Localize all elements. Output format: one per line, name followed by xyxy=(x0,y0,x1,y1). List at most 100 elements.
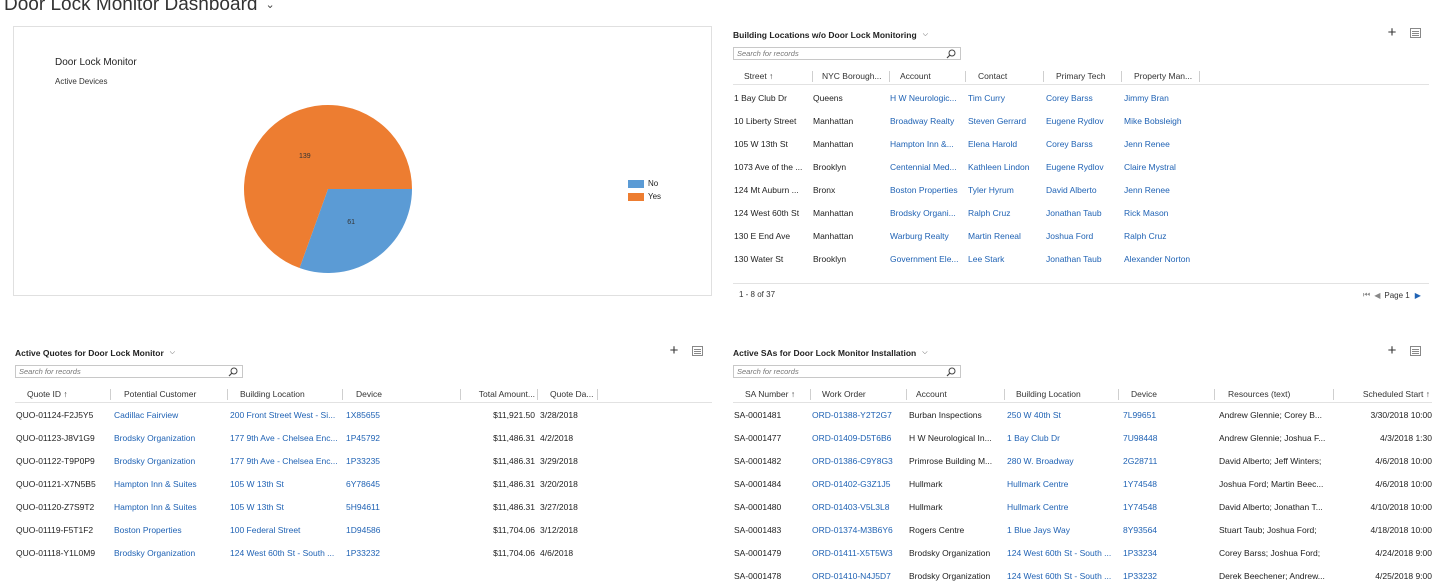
add-record-icon[interactable]: + xyxy=(666,343,682,359)
table-cell[interactable]: Cadillac Fairview xyxy=(114,404,227,427)
table-row[interactable]: 130 E End Ave Manhattan Warburg Realty Mart… xyxy=(733,225,1429,248)
legend-item-no[interactable]: No xyxy=(628,177,661,190)
table-cell[interactable]: Hullmark Centre xyxy=(1007,473,1119,496)
grid-view-icon[interactable] xyxy=(1410,346,1421,356)
table-row[interactable]: SA-0001480 ORD-01403-V5L3L8 Hullmark Hullma… xyxy=(733,496,1432,519)
table-cell[interactable]: Kathleen Lindon xyxy=(968,156,1045,179)
table-row[interactable]: SA-0001484 ORD-01402-G3Z1J5 Hullmark Hullma… xyxy=(733,473,1432,496)
table-row[interactable]: SA-0001483 ORD-01374-M3B6Y6 Rogers Centre 1… xyxy=(733,519,1432,542)
column-header[interactable]: Device xyxy=(1131,385,1211,403)
table-row[interactable]: 124 West 60th St Manhattan Brodsky Organi.… xyxy=(733,202,1429,225)
table-cell[interactable]: 124 West 60th St - South ... xyxy=(1007,565,1119,582)
column-header[interactable]: Quote ID ↑ xyxy=(27,385,107,403)
table-cell[interactable]: Warburg Realty xyxy=(890,225,967,248)
add-record-icon[interactable]: + xyxy=(1384,25,1400,41)
column-header[interactable]: Building Location xyxy=(240,385,344,403)
table-cell[interactable]: Steven Gerrard xyxy=(968,110,1045,133)
table-cell[interactable]: Centennial Med... xyxy=(890,156,967,179)
search-input[interactable] xyxy=(737,367,960,376)
table-cell[interactable]: Tyler Hyrum xyxy=(968,179,1045,202)
table-cell[interactable]: 8Y93564 xyxy=(1123,519,1215,542)
column-resize-handle[interactable] xyxy=(1199,71,1200,82)
table-cell[interactable]: Martin Reneal xyxy=(968,225,1045,248)
table-row[interactable]: QUO-01121-X7N5B5 Hampton Inn & Suites 105 … xyxy=(15,473,712,496)
table-cell[interactable]: 124 West 60th St - South ... xyxy=(230,542,342,565)
table-cell[interactable]: 1X85655 xyxy=(346,404,458,427)
next-page-icon[interactable]: ▶ xyxy=(1415,291,1421,300)
chevron-down-icon[interactable]: ⌵ xyxy=(170,349,175,357)
table-cell[interactable]: 100 Federal Street xyxy=(230,519,342,542)
table-cell[interactable]: Claire Mystral xyxy=(1124,156,1214,179)
table-cell[interactable]: Mike Bobsleigh xyxy=(1124,110,1214,133)
search-icon[interactable] xyxy=(228,367,238,377)
table-cell[interactable]: Boston Properties xyxy=(890,179,967,202)
table-cell[interactable]: 124 West 60th St - South ... xyxy=(1007,542,1119,565)
column-resize-handle[interactable] xyxy=(227,389,228,400)
column-header[interactable]: Work Order xyxy=(822,385,902,403)
table-cell[interactable]: Brodsky Organization xyxy=(114,450,227,473)
search-icon[interactable] xyxy=(946,367,956,377)
table-cell[interactable]: Hampton Inn & Suites xyxy=(114,473,227,496)
table-row[interactable]: SA-0001481 ORD-01388-Y2T2G7 Burban Inspect… xyxy=(733,404,1432,427)
column-resize-handle[interactable] xyxy=(1118,389,1119,400)
column-header[interactable]: Property Man... xyxy=(1134,67,1200,85)
column-resize-handle[interactable] xyxy=(1333,389,1334,400)
table-cell[interactable]: 177 9th Ave - Chelsea Enc... xyxy=(230,427,342,450)
chevron-down-icon[interactable]: ⌄ xyxy=(265,0,274,11)
table-cell[interactable]: ORD-01409-D5T6B6 xyxy=(812,427,906,450)
table-row[interactable]: 1073 Ave of the ... Brooklyn Centennial Me… xyxy=(733,156,1429,179)
table-cell[interactable]: 280 W. Broadway xyxy=(1007,450,1119,473)
column-header[interactable]: Device xyxy=(356,385,460,403)
search-input[interactable] xyxy=(737,49,960,58)
table-cell[interactable]: Alexander Norton xyxy=(1124,248,1214,271)
table-row[interactable]: 105 W 13th St Manhattan Hampton Inn &... El… xyxy=(733,133,1429,156)
table-cell[interactable]: 5H94611 xyxy=(346,496,458,519)
table-cell[interactable]: 1P33232 xyxy=(1123,565,1215,582)
table-cell[interactable]: 7L99651 xyxy=(1123,404,1215,427)
quotes-panel-header[interactable]: Active Quotes for Door Lock Monitor ⌵ xyxy=(15,346,175,360)
table-cell[interactable]: Brodsky Organization xyxy=(114,427,227,450)
table-row[interactable]: 124 Mt Auburn ... Bronx Boston Properties T… xyxy=(733,179,1429,202)
table-cell[interactable]: Broadway Realty xyxy=(890,110,967,133)
add-record-icon[interactable]: + xyxy=(1384,343,1400,359)
table-cell[interactable]: 1P33235 xyxy=(346,450,458,473)
search-input[interactable] xyxy=(19,367,242,376)
chevron-down-icon[interactable]: ⌵ xyxy=(923,31,928,39)
table-cell[interactable]: 105 W 13th St xyxy=(230,496,342,519)
column-header[interactable]: Contact xyxy=(978,67,1044,85)
table-cell[interactable]: Ralph Cruz xyxy=(968,202,1045,225)
table-cell[interactable]: ORD-01403-V5L3L8 xyxy=(812,496,906,519)
column-header[interactable]: Resources (text) xyxy=(1228,385,1328,403)
table-cell[interactable]: 177 9th Ave - Chelsea Enc... xyxy=(230,450,342,473)
table-row[interactable]: QUO-01124-F2J5Y5 Cadillac Fairview 200 Fro… xyxy=(15,404,712,427)
table-cell[interactable]: Government Ele... xyxy=(890,248,967,271)
sas-search[interactable] xyxy=(733,365,961,378)
table-cell[interactable]: Hampton Inn & Suites xyxy=(114,496,227,519)
table-cell[interactable]: Brodsky Organization xyxy=(114,542,227,565)
table-row[interactable]: SA-0001479 ORD-01411-X5T5W3 Brodsky Organi… xyxy=(733,542,1432,565)
legend-item-yes[interactable]: Yes xyxy=(628,190,661,203)
column-header[interactable]: Quote Da... xyxy=(550,385,600,403)
table-cell[interactable]: Eugene Rydlov xyxy=(1046,110,1123,133)
table-row[interactable]: QUO-01118-Y1L0M9 Brodsky Organization 124 … xyxy=(15,542,712,565)
column-resize-handle[interactable] xyxy=(812,71,813,82)
column-resize-handle[interactable] xyxy=(1043,71,1044,82)
column-resize-handle[interactable] xyxy=(906,389,907,400)
quotes-search[interactable] xyxy=(15,365,243,378)
table-cell[interactable]: Jonathan Taub xyxy=(1046,202,1123,225)
table-cell[interactable]: 6Y78645 xyxy=(346,473,458,496)
table-cell[interactable]: Jonathan Taub xyxy=(1046,248,1123,271)
column-resize-handle[interactable] xyxy=(1214,389,1215,400)
table-cell[interactable]: Lee Stark xyxy=(968,248,1045,271)
table-cell[interactable]: 1P33234 xyxy=(1123,542,1215,565)
table-cell[interactable]: Tim Curry xyxy=(968,87,1045,110)
column-header[interactable]: Building Location xyxy=(1016,385,1116,403)
column-header[interactable]: Potential Customer xyxy=(124,385,228,403)
table-cell[interactable]: 1Y74548 xyxy=(1123,496,1215,519)
table-cell[interactable]: Hampton Inn &... xyxy=(890,133,967,156)
previous-page-icon[interactable]: ◀ xyxy=(1374,291,1380,300)
first-page-icon[interactable]: ⏮ xyxy=(1363,290,1370,300)
grid-view-icon[interactable] xyxy=(692,346,703,356)
column-resize-handle[interactable] xyxy=(110,389,111,400)
table-cell[interactable]: 7U98448 xyxy=(1123,427,1215,450)
